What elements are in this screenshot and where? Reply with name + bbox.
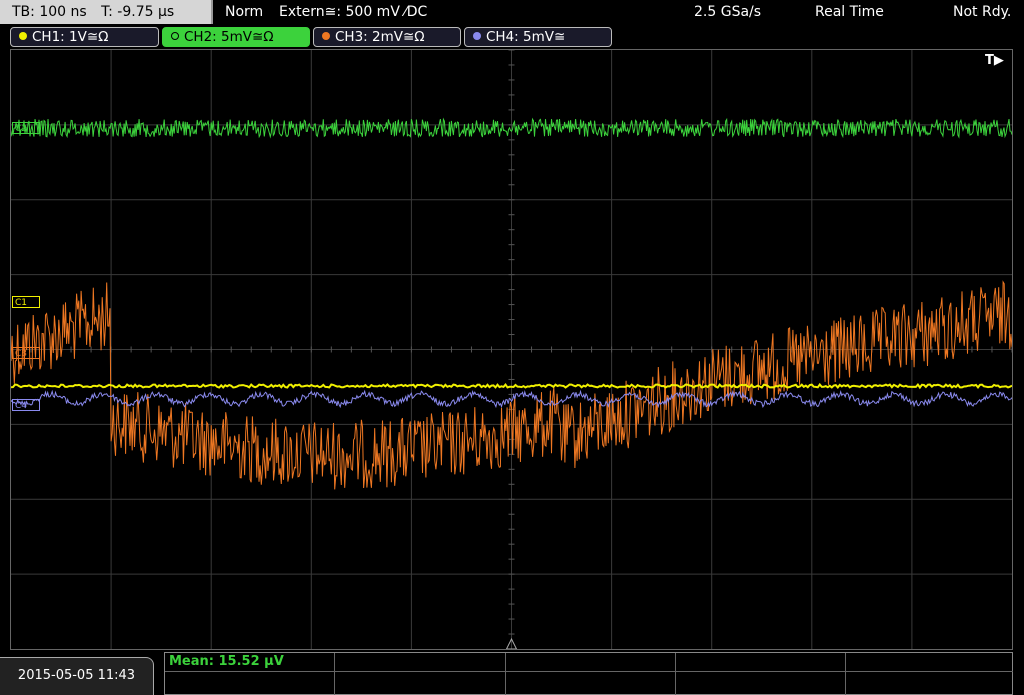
tab-ch1[interactable]: CH1: 1V≅Ω <box>10 27 159 47</box>
ch2-level-marker[interactable]: C2 <box>12 122 40 134</box>
measurement-slot-2-lower <box>335 671 505 672</box>
measurement-slot-4[interactable] <box>676 653 846 695</box>
ch4-marker-label: C4 <box>15 401 28 411</box>
waveform-canvas <box>11 50 1012 649</box>
tab-ch2[interactable]: CH2: 5mV≅Ω <box>162 27 310 47</box>
ch1-marker-label: C1 <box>15 298 28 308</box>
trigger-source[interactable]: Extern≅: 500 mV ⁄DC <box>279 0 427 24</box>
ch3-marker-label: C3 <box>15 349 28 359</box>
sample-rate[interactable]: 2.5 GSa/s <box>694 0 761 24</box>
waveform-display[interactable] <box>10 49 1013 650</box>
ch4-level-marker[interactable]: C4 <box>12 399 40 411</box>
mean-measurement: Mean: 15.52 µV <box>169 654 284 669</box>
measurement-slot-5[interactable] <box>846 653 1013 695</box>
measurement-slot-3[interactable] <box>506 653 676 695</box>
ch1-label: CH1: 1V≅Ω <box>32 29 109 45</box>
ch1-dot-icon <box>19 32 27 40</box>
trigger-position-indicator[interactable]: T▶ <box>985 53 1004 68</box>
ch2-label: CH2: 5mV≅Ω <box>184 29 274 45</box>
ch2-marker-label: C2 <box>15 124 28 134</box>
measurement-slot-2[interactable] <box>335 653 506 695</box>
tab-ch4[interactable]: CH4: 5mV≅ <box>464 27 612 47</box>
acquisition-mode[interactable]: Norm <box>225 0 263 24</box>
trigger-time-value: T: -9.75 µs <box>101 4 175 20</box>
timebase-value: TB: 100 ns <box>12 4 87 20</box>
status-bar: TB: 100 ns T: -9.75 µs Norm Extern≅: 500… <box>0 0 1024 24</box>
ch1-level-marker[interactable]: C1 <box>12 296 40 308</box>
ch4-label: CH4: 5mV≅ <box>486 29 566 45</box>
tab-ch3[interactable]: CH3: 2mV≅Ω <box>313 27 461 47</box>
measurement-slot-1-lower <box>165 671 334 672</box>
measurement-slot-5-lower <box>846 671 1013 672</box>
ch4-dot-icon <box>473 32 481 40</box>
measurement-slot-1[interactable]: Mean: 15.52 µV <box>165 653 335 695</box>
ch3-label: CH3: 2mV≅Ω <box>335 29 425 45</box>
channel-tabs: CH1: 1V≅Ω CH2: 5mV≅Ω CH3: 2mV≅Ω CH4: 5mV… <box>0 26 1024 48</box>
ch3-dot-icon <box>322 32 330 40</box>
datetime-display: 2015-05-05 11:43 <box>0 657 154 695</box>
measurement-slot-3-lower <box>506 671 675 672</box>
measurement-bar: Mean: 15.52 µV <box>164 652 1013 695</box>
run-state[interactable]: Not Rdy. <box>953 0 1011 24</box>
time-mode[interactable]: Real Time <box>815 0 884 24</box>
timebase-box[interactable]: TB: 100 ns T: -9.75 µs <box>0 0 213 24</box>
ch3-level-marker[interactable]: C3 <box>12 347 40 359</box>
ch2-dot-icon <box>171 32 179 40</box>
measurement-slot-4-lower <box>676 671 845 672</box>
